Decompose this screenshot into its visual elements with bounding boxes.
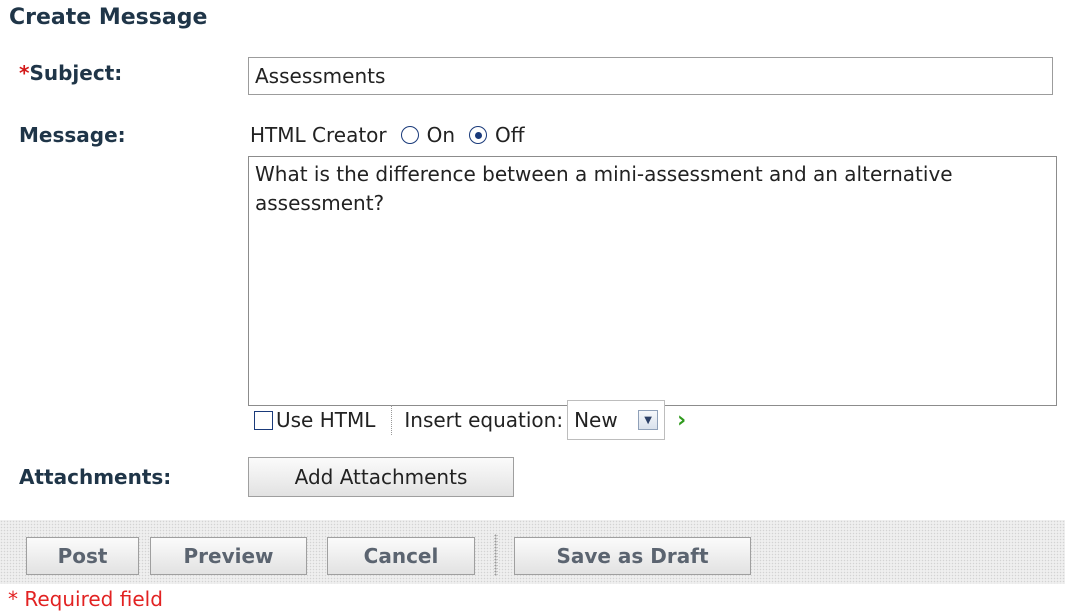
html-creator-on-label[interactable]: On (427, 123, 455, 147)
save-as-draft-button[interactable]: Save as Draft (514, 537, 751, 575)
add-attachments-button[interactable]: Add Attachments (248, 457, 514, 497)
page-title: Create Message (9, 5, 208, 30)
attachments-label: Attachments: (19, 465, 172, 489)
equation-select[interactable]: New ▼ (567, 400, 666, 440)
html-creator-on-radio[interactable] (400, 126, 419, 144)
equation-select-value: New (574, 408, 618, 432)
html-creator-group: HTML Creator On Off (250, 123, 525, 147)
html-creator-off-label[interactable]: Off (495, 123, 525, 147)
action-divider (494, 534, 498, 576)
message-label: Message: (19, 123, 126, 147)
insert-equation-label: Insert equation: (404, 408, 564, 432)
cancel-button[interactable]: Cancel (327, 537, 475, 575)
chevron-down-icon[interactable]: ▼ (638, 410, 659, 430)
required-field-note: * Required field (8, 587, 163, 611)
html-creator-off-radio[interactable] (469, 126, 488, 144)
use-html-label[interactable]: Use HTML (276, 408, 375, 432)
preview-button[interactable]: Preview (150, 537, 307, 575)
use-html-checkbox[interactable] (254, 410, 273, 430)
html-creator-label: HTML Creator (250, 123, 387, 147)
subject-label: *Subject: (19, 61, 122, 85)
toolbar-divider (391, 405, 393, 435)
subject-label-text: Subject: (29, 61, 123, 85)
green-chevron-right-icon[interactable]: › (677, 408, 686, 433)
message-body-textarea[interactable]: What is the difference between a mini-as… (248, 156, 1057, 406)
message-toolbar: Use HTML Insert equation: New ▼ › (254, 400, 686, 440)
post-button[interactable]: Post (26, 537, 139, 575)
required-marker: * (19, 61, 30, 85)
subject-input[interactable] (248, 57, 1053, 95)
